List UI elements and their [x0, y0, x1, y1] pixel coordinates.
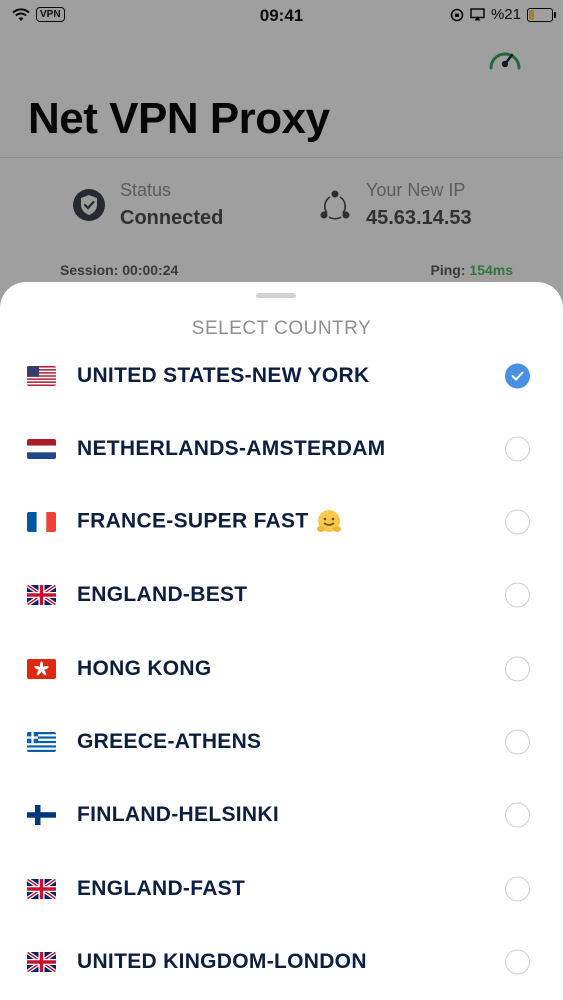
- sheet-grabber[interactable]: [256, 293, 296, 298]
- battery-percent: %21: [490, 6, 521, 23]
- country-name: UNITED KINGDOM-LONDON: [77, 949, 367, 973]
- ping-label: Ping:: [430, 262, 466, 278]
- network-share-icon: [320, 190, 350, 220]
- ping-value: 154ms: [469, 262, 513, 278]
- radio-button[interactable]: [505, 509, 530, 535]
- country-row[interactable]: UNITED KINGDOM-LONDON: [0, 925, 563, 998]
- country-row[interactable]: NETHERLANDS-AMSTERDAM: [0, 412, 563, 485]
- shield-check-icon: [73, 189, 105, 221]
- radio-button[interactable]: [505, 656, 530, 682]
- ip-value: 45.63.14.53: [366, 207, 472, 229]
- session-timer: Session: 00:00:24: [60, 262, 179, 278]
- country-label: UNITED STATES-NEW YORK: [77, 364, 369, 388]
- country-name: GREECE-ATHENS: [77, 730, 262, 753]
- radio-selected[interactable]: [505, 363, 530, 388]
- uk-flag-icon: [27, 585, 56, 606]
- country-row[interactable]: UNITED STATES-NEW YORK: [0, 339, 563, 412]
- status-bar: VPN 09:41 %21: [0, 0, 563, 32]
- hugging-face-emoji: [317, 510, 342, 533]
- status-value: Connected: [120, 207, 224, 229]
- status-block: Status Connected: [72, 178, 223, 230]
- fi-flag-icon: [27, 805, 56, 826]
- radio-button[interactable]: [505, 436, 530, 462]
- country-label: UNITED KINGDOM-LONDON: [77, 950, 367, 974]
- radio-button[interactable]: [505, 729, 530, 755]
- country-label: ENGLAND-FAST: [77, 877, 245, 901]
- country-label: FRANCE-SUPER FAST: [77, 509, 342, 535]
- country-label: GREECE-ATHENS: [77, 730, 261, 754]
- nl-flag-icon: [27, 438, 56, 459]
- country-name: ENGLAND-BEST: [77, 583, 248, 607]
- country-label: FINLAND-HELSINKI: [77, 803, 279, 827]
- country-name: FINLAND-HELSINKI: [77, 803, 279, 827]
- app-title: Net VPN Proxy: [28, 94, 330, 143]
- ping-readout: Ping: 154ms: [431, 262, 513, 278]
- battery-icon: [527, 7, 556, 22]
- country-row[interactable]: FRANCE-SUPER FAST: [0, 486, 563, 559]
- country-name: FRANCE-SUPER FAST: [77, 509, 309, 533]
- country-row[interactable]: FINLAND-HELSINKI: [0, 779, 563, 852]
- sheet-title: SELECT COUNTRY: [191, 318, 372, 339]
- country-label: ENGLAND-BEST: [77, 583, 247, 607]
- fr-flag-icon: [27, 512, 56, 533]
- uk-flag-icon: [27, 951, 56, 972]
- divider: [0, 157, 563, 158]
- country-name: ENGLAND-FAST: [77, 876, 246, 900]
- country-sheet: SELECT COUNTRY UNITED STATES-NEW YORK NET…: [0, 282, 563, 1000]
- country-label: HONG KONG: [77, 657, 212, 681]
- uk-flag-icon: [27, 878, 56, 899]
- country-name: NETHERLANDS-AMSTERDAM: [77, 436, 386, 460]
- country-row[interactable]: ENGLAND-FAST: [0, 852, 563, 925]
- radio-button[interactable]: [505, 582, 530, 608]
- country-row[interactable]: ENGLAND-BEST: [0, 559, 563, 632]
- us-flag-icon: [27, 365, 56, 386]
- orientation-lock-icon: [450, 8, 464, 21]
- country-name: HONG KONG: [77, 656, 212, 680]
- ip-block: Your New IP 45.63.14.53: [318, 178, 472, 230]
- hk-flag-icon: [27, 658, 56, 679]
- ip-label: Your New IP: [366, 180, 466, 200]
- airplay-icon: [470, 8, 485, 21]
- radio-button[interactable]: [505, 949, 530, 975]
- country-name: UNITED STATES-NEW YORK: [77, 363, 370, 387]
- radio-button[interactable]: [505, 802, 530, 828]
- gr-flag-icon: [27, 732, 56, 752]
- checkmark-icon: [511, 371, 524, 380]
- radio-button[interactable]: [505, 876, 530, 902]
- country-row[interactable]: GREECE-ATHENS: [0, 706, 563, 779]
- speedometer-icon[interactable]: [487, 44, 523, 74]
- country-label: NETHERLANDS-AMSTERDAM: [77, 437, 385, 461]
- status-label: Status: [120, 180, 172, 200]
- country-row[interactable]: HONG KONG: [0, 632, 563, 705]
